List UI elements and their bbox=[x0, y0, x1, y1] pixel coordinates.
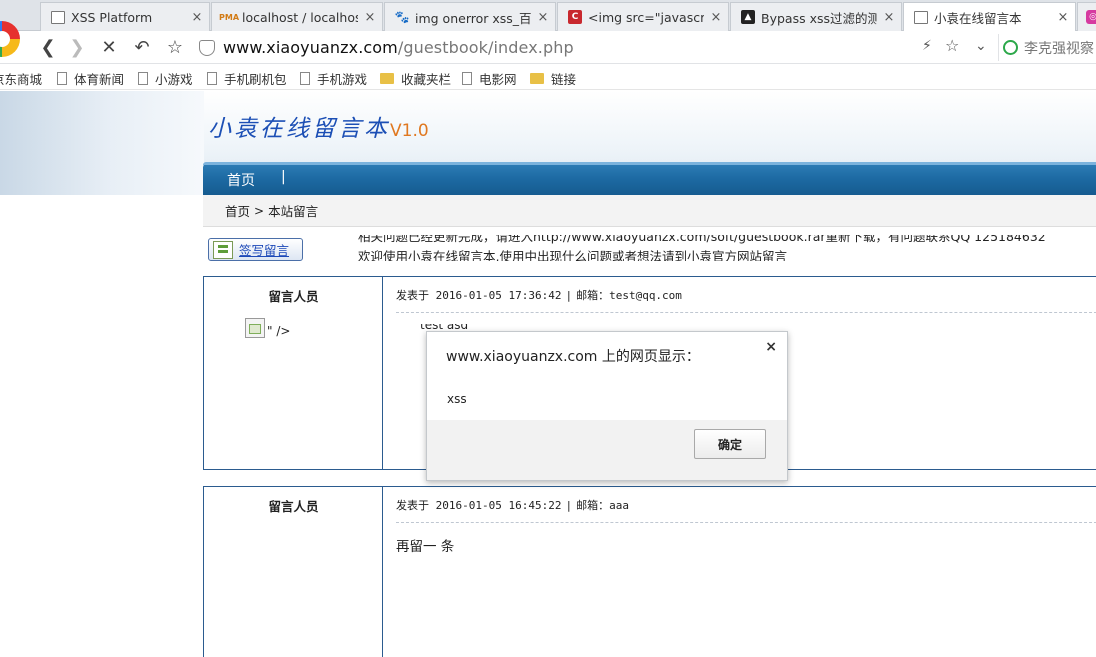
lightning-icon[interactable]: ⚡ bbox=[922, 38, 932, 54]
alert-message: xss bbox=[447, 392, 467, 406]
sign-guestbook-button[interactable]: 签写留言 bbox=[208, 238, 303, 261]
site-title: 小袁在线留言本V1.0 bbox=[208, 116, 429, 142]
tab-partial[interactable]: ◎ bbox=[1077, 2, 1096, 31]
alert-dialog: www.xiaoyuanzx.com 上的网页显示： × xss 确定 bbox=[426, 331, 788, 481]
app-icon: ◎ bbox=[1086, 10, 1096, 24]
tab-guestbook[interactable]: 小袁在线留言本 × bbox=[903, 2, 1076, 32]
search-icon bbox=[1003, 40, 1018, 55]
close-icon[interactable]: × bbox=[531, 10, 555, 25]
bookmark-mobile-games[interactable]: 手机游戏 bbox=[300, 69, 367, 88]
baidu-paw-icon: 🐾 bbox=[394, 10, 410, 24]
page-icon bbox=[300, 72, 310, 85]
phpmyadmin-icon: PMA bbox=[219, 12, 240, 22]
tab-bypass-xss[interactable]: ▲ Bypass xss过滤的测试 × bbox=[730, 2, 902, 31]
entry-divider bbox=[396, 522, 1096, 523]
close-icon[interactable]: × bbox=[358, 10, 382, 25]
document-icon bbox=[914, 11, 928, 24]
close-icon[interactable]: × bbox=[1051, 10, 1075, 25]
entry-meta: 发表于 2016-01-05 17:36:42 | 邮箱：test@qq.com bbox=[396, 289, 682, 302]
forward-icon[interactable]: ❯ bbox=[66, 36, 88, 58]
alert-footer: 确定 bbox=[427, 420, 787, 480]
entry-divider bbox=[396, 312, 1096, 313]
bookmark-jd[interactable]: 京东商城 bbox=[0, 69, 42, 88]
document-icon bbox=[51, 10, 65, 24]
injected-markup-tail: " /> bbox=[267, 324, 291, 338]
nav-bar: 首页 | bbox=[203, 162, 1096, 195]
chevron-down-icon[interactable]: ⌄ bbox=[975, 38, 987, 54]
address-text[interactable]: www.xiaoyuanzx.com/guestbook/index.php bbox=[223, 38, 574, 57]
entry-author-label: 留言人员 bbox=[268, 499, 319, 514]
breadcrumb: 首页 > 本站留言 bbox=[203, 195, 1096, 227]
tab-phpmyadmin[interactable]: PMA localhost / localhost × bbox=[211, 2, 383, 31]
nav-home-link[interactable]: 首页 bbox=[227, 170, 255, 190]
page-icon bbox=[207, 72, 217, 85]
page-icon bbox=[462, 72, 472, 85]
entry-content: 再留一 条 bbox=[396, 539, 455, 555]
ok-button[interactable]: 确定 bbox=[694, 429, 766, 459]
write-note-icon bbox=[213, 240, 233, 259]
bookmark-links[interactable]: 链接 bbox=[530, 69, 576, 88]
tab-strip: XSS Platform × PMA localhost / localhost… bbox=[0, 0, 1096, 32]
close-icon[interactable]: × bbox=[765, 339, 777, 355]
close-icon[interactable]: × bbox=[704, 10, 728, 25]
entry-author-column: 留言人员 " /> bbox=[204, 277, 383, 469]
browser-toolbar: ❮ ❯ ✕ ↶ ☆ www.xiaoyuanzx.com/guestbook/i… bbox=[0, 21, 1096, 64]
back-icon[interactable]: ❮ bbox=[37, 36, 59, 58]
bookmarks-bar: 京东商城 体育新闻 小游戏 手机刷机包 手机游戏 收藏夹栏 电影网 链接 bbox=[0, 64, 1096, 90]
bookmark-star-icon[interactable]: ☆ bbox=[164, 36, 186, 58]
security-shield-icon bbox=[199, 39, 215, 56]
bookmark-movies[interactable]: 电影网 bbox=[462, 69, 517, 88]
bookmark-favorites[interactable]: 收藏夹栏 bbox=[380, 69, 451, 88]
breadcrumb-current: 本站留言 bbox=[268, 204, 319, 219]
page-icon bbox=[138, 72, 148, 85]
tab-img-src[interactable]: C <img src="javascrip × bbox=[557, 2, 729, 31]
header-left-gradient bbox=[0, 91, 204, 195]
alert-header: www.xiaoyuanzx.com 上的网页显示： × bbox=[427, 332, 787, 377]
red-c-icon: C bbox=[568, 10, 582, 24]
folder-icon bbox=[380, 73, 394, 84]
folder-icon bbox=[530, 73, 544, 84]
address-bar[interactable]: www.xiaoyuanzx.com/guestbook/index.php bbox=[195, 34, 995, 61]
entry-author-label: 留言人员 bbox=[268, 289, 319, 304]
breadcrumb-home[interactable]: 首页 bbox=[225, 201, 250, 220]
close-icon[interactable]: × bbox=[185, 10, 209, 25]
tab-xss-platform[interactable]: XSS Platform × bbox=[40, 2, 210, 31]
bookmark-rom[interactable]: 手机刷机包 bbox=[207, 69, 287, 88]
tab-baidu[interactable]: 🐾 img onerror xss_百度 × bbox=[384, 2, 556, 31]
scrolling-notice: 相关问题已经更新完成，请进入http://www.xiaoyuanzx.com/… bbox=[358, 235, 1046, 261]
star-icon[interactable]: ☆ bbox=[945, 36, 959, 55]
reload-icon[interactable]: ↶ bbox=[131, 36, 153, 58]
breadcrumb-arrow: > bbox=[254, 203, 265, 218]
guestbook-entry: 留言人员 发表于 2016-01-05 16:45:22 | 邮箱：aaa 再留一 … bbox=[203, 486, 1096, 657]
stop-icon[interactable]: ✕ bbox=[98, 36, 120, 58]
page-icon bbox=[57, 72, 67, 85]
bookmark-games[interactable]: 小游戏 bbox=[138, 69, 193, 88]
entry-author-column: 留言人员 bbox=[204, 487, 383, 657]
entry-meta: 发表于 2016-01-05 16:45:22 | 邮箱：aaa bbox=[396, 499, 629, 512]
nav-separator: | bbox=[281, 169, 286, 185]
search-box[interactable]: 李克强视察 bbox=[998, 34, 1096, 61]
close-icon[interactable]: × bbox=[877, 10, 901, 25]
broken-image-icon bbox=[245, 318, 265, 338]
nav-bar-shine bbox=[203, 162, 1096, 165]
bookmark-sports[interactable]: 体育新闻 bbox=[57, 69, 124, 88]
alert-title: www.xiaoyuanzx.com 上的网页显示： bbox=[446, 349, 700, 365]
dark-site-icon: ▲ bbox=[741, 10, 755, 24]
